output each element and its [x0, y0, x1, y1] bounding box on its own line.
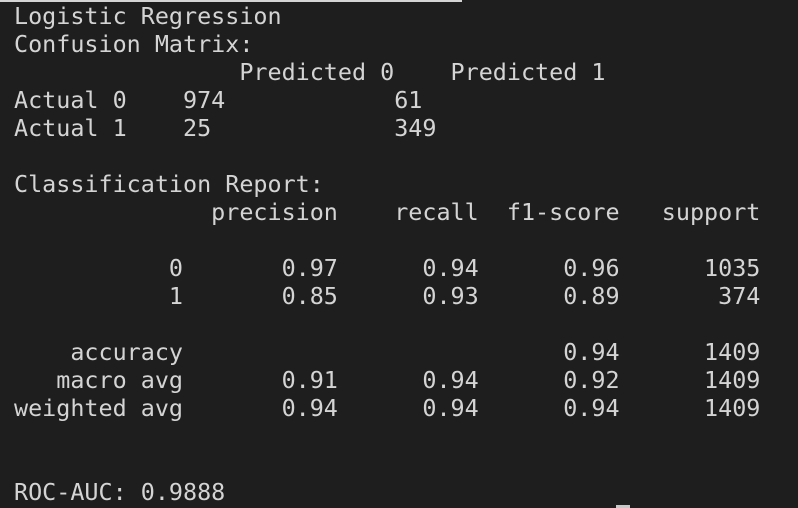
- output-line-confusion-matrix-heading: Confusion Matrix:: [14, 30, 254, 58]
- output-line-report-header: precision recall f1-score support: [14, 198, 761, 226]
- output-line-title: Logistic Regression: [14, 2, 282, 30]
- output-line-classification-report-heading: Classification Report:: [14, 170, 324, 198]
- output-line-blank: [14, 310, 760, 338]
- output-line-report-row-class-0: 0 0.97 0.94 0.96 1035: [14, 254, 761, 282]
- output-line-blank: [14, 142, 760, 170]
- output-line-matrix-row-actual-0: Actual 0 974 61: [14, 86, 423, 114]
- output-line-blank: [14, 450, 760, 478]
- output-line-report-row-accuracy: accuracy 0.94 1409: [14, 338, 761, 366]
- output-line-roc-auc: ROC-AUC: 0.9888: [14, 478, 226, 506]
- output-line-blank: [14, 422, 760, 450]
- output-line-report-row-macro-avg: macro avg 0.91 0.94 0.92 1409: [14, 366, 761, 394]
- terminal-output: Logistic Regression Confusion Matrix: Pr…: [14, 2, 760, 506]
- output-line-matrix-header: Predicted 0 Predicted 1: [14, 58, 606, 86]
- output-line-report-row-weighted-avg: weighted avg 0.94 0.94 0.94 1409: [14, 394, 761, 422]
- terminal-window: ' Logistic Regression Confusion Matrix: …: [0, 0, 798, 508]
- output-line-report-row-class-1: 1 0.85 0.93 0.89 374: [14, 282, 761, 310]
- output-line-matrix-row-actual-1: Actual 1 25 349: [14, 114, 437, 142]
- output-line-blank: [14, 226, 760, 254]
